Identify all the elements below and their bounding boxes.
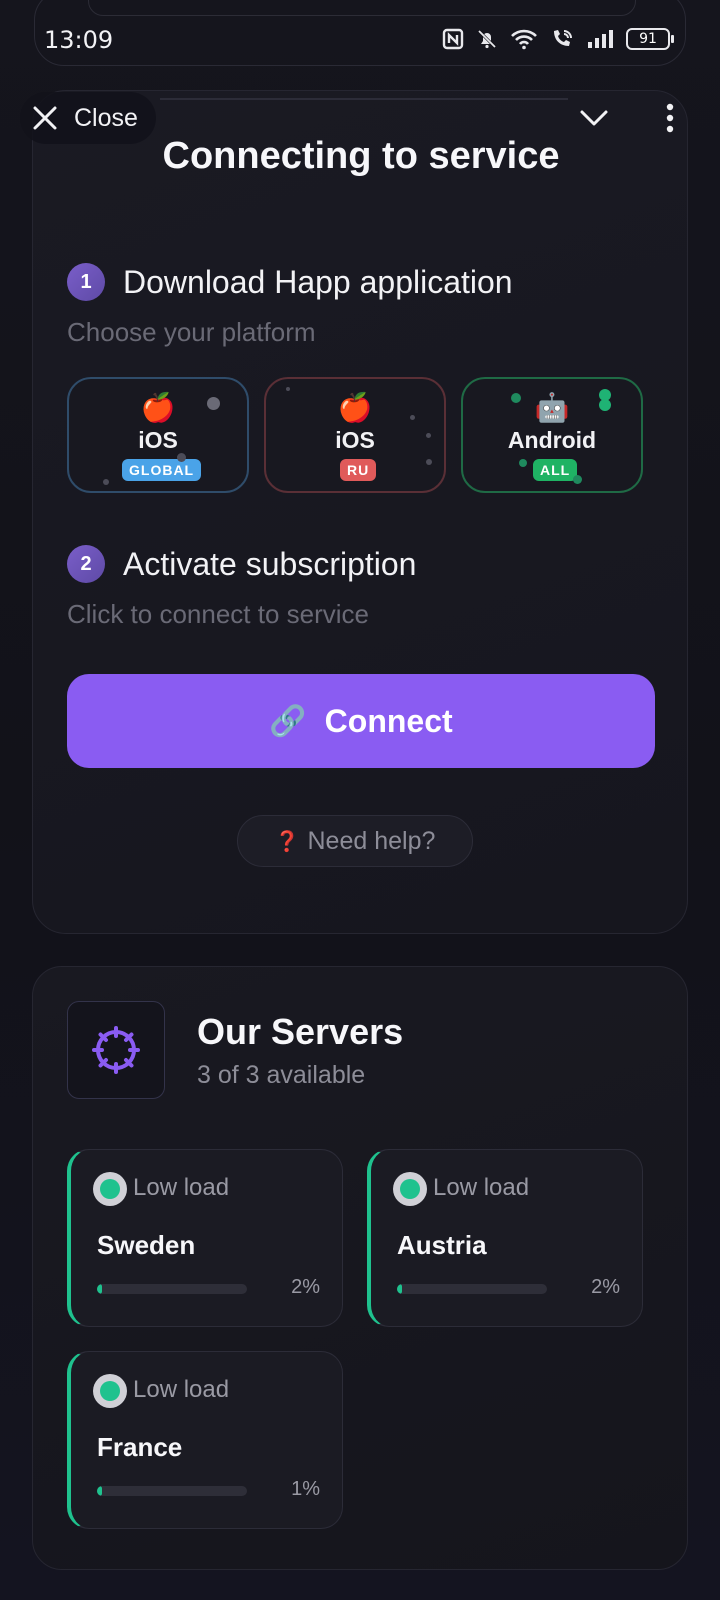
platform-badge: ALL	[533, 459, 578, 481]
load-status: Low load	[133, 1174, 230, 1201]
server-card-austria[interactable]: Low load Austria 2%	[367, 1149, 643, 1327]
more-vertical-icon[interactable]	[652, 100, 688, 136]
close-button[interactable]: Close	[20, 92, 156, 144]
decor-dot	[103, 479, 109, 485]
load-bar	[397, 1284, 547, 1294]
platform-ios-ru-button[interactable]: 🍎 iOS RU	[264, 377, 446, 493]
platform-android-button[interactable]: 🤖 Android ALL	[461, 377, 643, 493]
servers-card: Our Servers 3 of 3 available Low load Sw…	[32, 966, 688, 1570]
decor-dot	[177, 453, 186, 462]
step-subtitle: Choose your platform	[67, 317, 316, 347]
decor-dot	[519, 459, 527, 467]
need-help-button[interactable]: ❓ Need help?	[237, 815, 473, 867]
status-icons: 91	[442, 28, 674, 50]
platform-label: iOS	[138, 427, 178, 453]
server-card-sweden[interactable]: Low load Sweden 2%	[67, 1149, 343, 1327]
server-country: Sweden	[97, 1230, 196, 1260]
decor-dot	[207, 397, 220, 410]
platform-badge: RU	[340, 459, 377, 481]
battery-icon: 91	[626, 28, 674, 50]
top-toolbar: Close	[0, 88, 720, 146]
connect-label: Connect	[324, 702, 453, 739]
chevron-down-icon[interactable]	[576, 100, 612, 136]
step-2: 2 Activate subscription	[67, 545, 416, 583]
platform-ios-global-button[interactable]: 🍎 iOS GLOBAL	[67, 377, 249, 493]
step-title: Download Happ application	[123, 263, 513, 300]
close-label: Close	[74, 103, 138, 132]
status-bar-frame-inner	[88, 0, 636, 16]
servers-subtitle: 3 of 3 available	[197, 1061, 366, 1089]
load-percent: 1%	[291, 1478, 320, 1500]
decor-dot	[426, 459, 432, 465]
apple-icon: 🍎	[337, 392, 373, 423]
decor-dot	[410, 415, 415, 420]
close-icon	[33, 106, 57, 130]
load-status: Low load	[433, 1174, 530, 1201]
server-card-france[interactable]: Low load France 1%	[67, 1351, 343, 1529]
servers-title: Our Servers	[197, 1011, 404, 1052]
platform-label: iOS	[335, 427, 375, 453]
question-icon: ❓	[274, 830, 300, 853]
step-number: 1	[67, 263, 105, 301]
server-country: Austria	[397, 1230, 487, 1260]
decor-dot	[573, 475, 582, 484]
wifi-icon	[511, 29, 537, 50]
status-time: 13:09	[44, 26, 114, 54]
link-icon: 🔗	[269, 704, 307, 738]
robot-icon: 🤖	[534, 392, 570, 423]
step-number: 2	[67, 545, 105, 583]
load-bar-fill	[397, 1284, 402, 1294]
load-bar	[97, 1486, 247, 1496]
globe-icon	[67, 1001, 165, 1099]
connect-button[interactable]: 🔗 Connect	[67, 674, 655, 768]
status-dot-icon	[393, 1172, 427, 1206]
bell-muted-icon	[477, 29, 497, 49]
wifi-call-icon	[554, 30, 572, 46]
connect-card: Connecting to service 1 Download Happ ap…	[32, 90, 688, 934]
load-percent: 2%	[591, 1276, 620, 1298]
apple-icon: 🍎	[140, 392, 176, 423]
platform-label: Android	[507, 427, 597, 453]
decor-dot	[286, 387, 290, 391]
page: 13:09 91 Connecting to service 1 Downloa…	[0, 0, 720, 1600]
load-bar-fill	[97, 1486, 102, 1496]
decor-dot	[599, 399, 611, 411]
load-bar-fill	[97, 1284, 102, 1294]
step-1: 1 Download Happ application	[67, 263, 513, 301]
platform-badge: GLOBAL	[122, 459, 202, 481]
decor-dot	[511, 393, 521, 403]
status-bar: 13:09 91	[0, 0, 720, 82]
signal-icon	[588, 30, 613, 48]
step-subtitle: Click to connect to service	[67, 599, 370, 629]
load-percent: 2%	[291, 1276, 320, 1298]
sheet-handle[interactable]	[160, 98, 568, 100]
step-title: Activate subscription	[123, 545, 417, 582]
decor-dot	[426, 433, 431, 438]
status-dot-icon	[93, 1172, 127, 1206]
need-help-label: Need help?	[307, 826, 436, 855]
status-dot-icon	[93, 1374, 127, 1408]
load-bar	[97, 1284, 247, 1294]
server-country: France	[97, 1432, 183, 1462]
load-status: Low load	[133, 1376, 230, 1403]
nfc-icon	[442, 28, 464, 50]
